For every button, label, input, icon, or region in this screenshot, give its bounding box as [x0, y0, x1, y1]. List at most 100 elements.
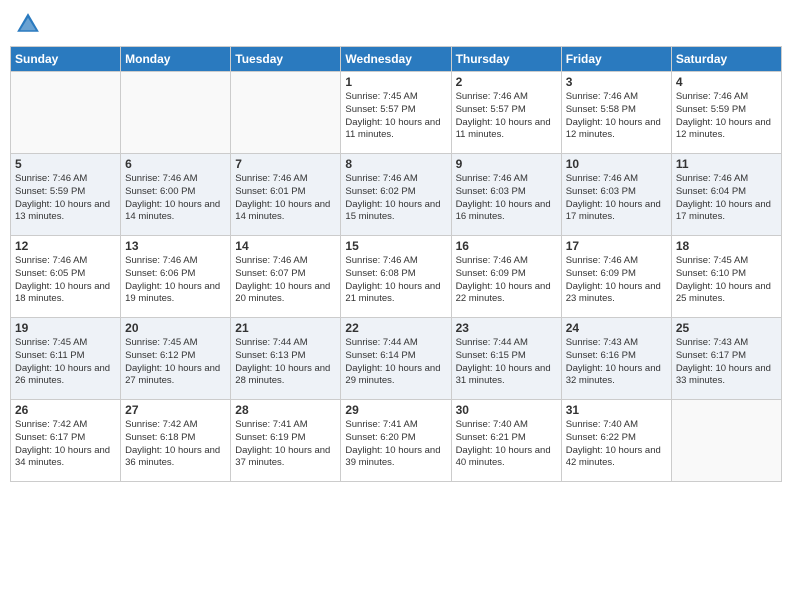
day-info: Sunrise: 7:46 AMSunset: 6:05 PMDaylight:…: [15, 255, 116, 306]
day-number: 10: [566, 157, 667, 171]
weekday-header-saturday: Saturday: [671, 47, 781, 72]
day-info: Sunrise: 7:46 AMSunset: 5:59 PMDaylight:…: [676, 91, 777, 142]
day-info: Sunrise: 7:44 AMSunset: 6:15 PMDaylight:…: [456, 337, 557, 388]
day-number: 1: [345, 75, 446, 89]
day-cell-17: 17Sunrise: 7:46 AMSunset: 6:09 PMDayligh…: [561, 236, 671, 318]
day-cell-5: 5 Sunrise: 7:46 AMSunset: 5:59 PMDaylight…: [11, 154, 121, 236]
day-info: Sunrise: 7:46 AMSunset: 5:57 PMDaylight:…: [456, 91, 557, 142]
day-cell-12: 12 Sunrise: 7:46 AMSunset: 6:05 PMDayligh…: [11, 236, 121, 318]
weekday-header-thursday: Thursday: [451, 47, 561, 72]
day-cell-20: 20 Sunrise: 7:45 AMSunset: 6:12 PMDayligh…: [121, 318, 231, 400]
day-cell-15: 15 Sunrise: 7:46 AMSunset: 6:08 PMDayligh…: [341, 236, 451, 318]
day-cell-16: 16 Sunrise: 7:46 AMSunset: 6:09 PMDayligh…: [451, 236, 561, 318]
header: [10, 10, 782, 38]
weekday-header-sunday: Sunday: [11, 47, 121, 72]
day-cell-26: 26Sunrise: 7:42 AMSunset: 6:17 PMDayligh…: [11, 400, 121, 482]
day-cell-10: 10 Sunrise: 7:46 AMSunset: 6:03 PMDayligh…: [561, 154, 671, 236]
day-cell-1: 1 Sunrise: 7:45 AMSunset: 5:57 PMDaylight…: [341, 72, 451, 154]
day-number: 16: [456, 239, 557, 253]
day-info: Sunrise: 7:43 AMSunset: 6:16 PMDaylight:…: [566, 337, 667, 388]
day-cell-3: 3 Sunrise: 7:46 AMSunset: 5:58 PMDaylight…: [561, 72, 671, 154]
day-info: Sunrise: 7:44 AMSunset: 6:13 PMDaylight:…: [235, 337, 336, 388]
day-cell-24: 24Sunrise: 7:43 AMSunset: 6:16 PMDayligh…: [561, 318, 671, 400]
day-cell-21: 21 Sunrise: 7:44 AMSunset: 6:13 PMDayligh…: [231, 318, 341, 400]
day-number: 22: [345, 321, 446, 335]
day-info: Sunrise: 7:46 AMSunset: 6:07 PMDaylight:…: [235, 255, 336, 306]
day-number: 9: [456, 157, 557, 171]
day-number: 12: [15, 239, 116, 253]
day-cell-30: 30 Sunrise: 7:40 AMSunset: 6:21 PMDayligh…: [451, 400, 561, 482]
day-number: 26: [15, 403, 116, 417]
day-number: 4: [676, 75, 777, 89]
day-info: Sunrise: 7:46 AMSunset: 6:08 PMDaylight:…: [345, 255, 446, 306]
weekday-header-friday: Friday: [561, 47, 671, 72]
day-cell-11: 11 Sunrise: 7:46 AMSunset: 6:04 PMDayligh…: [671, 154, 781, 236]
day-number: 28: [235, 403, 336, 417]
weekday-header-row: SundayMondayTuesdayWednesdayThursdayFrid…: [11, 47, 782, 72]
day-cell-4: 4 Sunrise: 7:46 AMSunset: 5:59 PMDaylight…: [671, 72, 781, 154]
day-info: Sunrise: 7:46 AMSunset: 5:59 PMDaylight:…: [15, 173, 116, 224]
day-info: Sunrise: 7:46 AMSunset: 6:03 PMDaylight:…: [566, 173, 667, 224]
day-number: 3: [566, 75, 667, 89]
day-info: Sunrise: 7:46 AMSunset: 6:09 PMDaylight:…: [566, 255, 667, 306]
day-cell-23: 23 Sunrise: 7:44 AMSunset: 6:15 PMDayligh…: [451, 318, 561, 400]
day-number: 20: [125, 321, 226, 335]
day-number: 21: [235, 321, 336, 335]
day-number: 6: [125, 157, 226, 171]
day-info: Sunrise: 7:46 AMSunset: 6:06 PMDaylight:…: [125, 255, 226, 306]
day-number: 15: [345, 239, 446, 253]
day-number: 7: [235, 157, 336, 171]
week-row-3: 12 Sunrise: 7:46 AMSunset: 6:05 PMDayligh…: [11, 236, 782, 318]
week-row-5: 26Sunrise: 7:42 AMSunset: 6:17 PMDayligh…: [11, 400, 782, 482]
empty-cell: [11, 72, 121, 154]
day-info: Sunrise: 7:41 AMSunset: 6:19 PMDaylight:…: [235, 419, 336, 470]
day-number: 19: [15, 321, 116, 335]
day-info: Sunrise: 7:46 AMSunset: 6:02 PMDaylight:…: [345, 173, 446, 224]
day-info: Sunrise: 7:42 AMSunset: 6:18 PMDaylight:…: [125, 419, 226, 470]
day-info: Sunrise: 7:40 AMSunset: 6:22 PMDaylight:…: [566, 419, 667, 470]
day-info: Sunrise: 7:40 AMSunset: 6:21 PMDaylight:…: [456, 419, 557, 470]
day-number: 11: [676, 157, 777, 171]
day-info: Sunrise: 7:46 AMSunset: 5:58 PMDaylight:…: [566, 91, 667, 142]
weekday-header-tuesday: Tuesday: [231, 47, 341, 72]
day-cell-14: 14Sunrise: 7:46 AMSunset: 6:07 PMDayligh…: [231, 236, 341, 318]
day-cell-27: 27 Sunrise: 7:42 AMSunset: 6:18 PMDayligh…: [121, 400, 231, 482]
day-cell-29: 29Sunrise: 7:41 AMSunset: 6:20 PMDayligh…: [341, 400, 451, 482]
day-number: 8: [345, 157, 446, 171]
day-cell-6: 6 Sunrise: 7:46 AMSunset: 6:00 PMDaylight…: [121, 154, 231, 236]
day-cell-7: 7 Sunrise: 7:46 AMSunset: 6:01 PMDaylight…: [231, 154, 341, 236]
day-cell-31: 31 Sunrise: 7:40 AMSunset: 6:22 PMDayligh…: [561, 400, 671, 482]
day-info: Sunrise: 7:45 AMSunset: 6:10 PMDaylight:…: [676, 255, 777, 306]
week-row-2: 5 Sunrise: 7:46 AMSunset: 5:59 PMDaylight…: [11, 154, 782, 236]
weekday-header-monday: Monday: [121, 47, 231, 72]
day-number: 13: [125, 239, 226, 253]
day-number: 25: [676, 321, 777, 335]
day-number: 27: [125, 403, 226, 417]
page: SundayMondayTuesdayWednesdayThursdayFrid…: [0, 0, 792, 612]
day-cell-8: 8 Sunrise: 7:46 AMSunset: 6:02 PMDaylight…: [341, 154, 451, 236]
day-cell-13: 13 Sunrise: 7:46 AMSunset: 6:06 PMDayligh…: [121, 236, 231, 318]
day-info: Sunrise: 7:44 AMSunset: 6:14 PMDaylight:…: [345, 337, 446, 388]
day-number: 23: [456, 321, 557, 335]
day-cell-18: 18Sunrise: 7:45 AMSunset: 6:10 PMDayligh…: [671, 236, 781, 318]
week-row-4: 19Sunrise: 7:45 AMSunset: 6:11 PMDayligh…: [11, 318, 782, 400]
logo-icon: [14, 10, 42, 38]
day-number: 31: [566, 403, 667, 417]
day-info: Sunrise: 7:46 AMSunset: 6:09 PMDaylight:…: [456, 255, 557, 306]
day-cell-19: 19Sunrise: 7:45 AMSunset: 6:11 PMDayligh…: [11, 318, 121, 400]
day-info: Sunrise: 7:46 AMSunset: 6:04 PMDaylight:…: [676, 173, 777, 224]
day-number: 30: [456, 403, 557, 417]
day-info: Sunrise: 7:45 AMSunset: 6:12 PMDaylight:…: [125, 337, 226, 388]
logo: [14, 10, 46, 38]
day-info: Sunrise: 7:46 AMSunset: 6:03 PMDaylight:…: [456, 173, 557, 224]
day-number: 5: [15, 157, 116, 171]
day-info: Sunrise: 7:46 AMSunset: 6:00 PMDaylight:…: [125, 173, 226, 224]
weekday-header-wednesday: Wednesday: [341, 47, 451, 72]
empty-cell: [231, 72, 341, 154]
day-cell-22: 22 Sunrise: 7:44 AMSunset: 6:14 PMDayligh…: [341, 318, 451, 400]
day-info: Sunrise: 7:46 AMSunset: 6:01 PMDaylight:…: [235, 173, 336, 224]
day-info: Sunrise: 7:45 AMSunset: 5:57 PMDaylight:…: [345, 91, 446, 142]
day-number: 29: [345, 403, 446, 417]
empty-cell: [671, 400, 781, 482]
day-cell-9: 9 Sunrise: 7:46 AMSunset: 6:03 PMDaylight…: [451, 154, 561, 236]
